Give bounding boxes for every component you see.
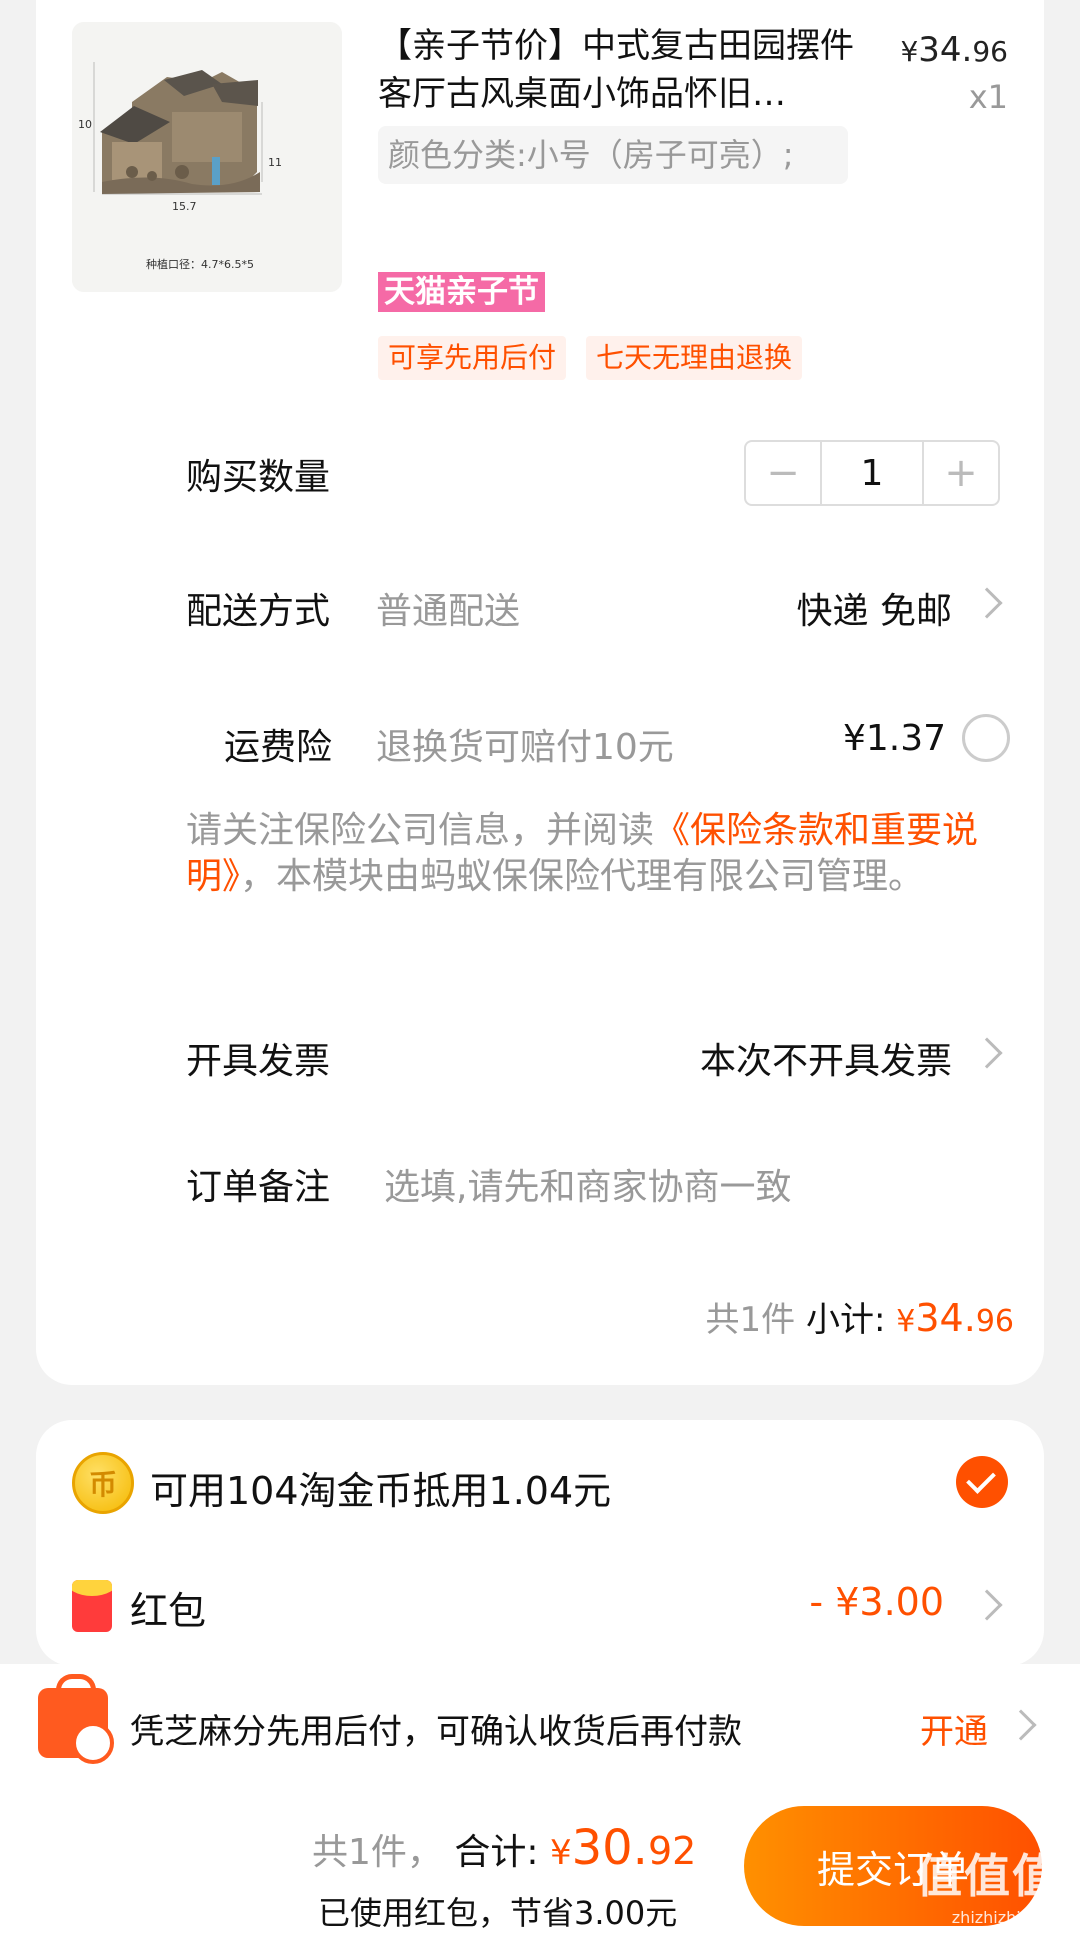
delivery-method: 普通配送 <box>376 591 521 632</box>
dim-side-label: 11 <box>268 156 282 169</box>
product-quantity: x1 <box>968 78 1008 116</box>
delivery-label: 配送方式 <box>186 591 331 632</box>
currency-symbol: ¥ <box>896 1304 916 1339</box>
insurance-notice: 请关注保险公司信息，并阅读《保险条款和重要说明》，本模块由蚂蚁保保险代理有限公司… <box>186 808 1016 900</box>
insurance-price: ¥1.37 <box>842 718 946 759</box>
insurance-desc: 退换货可赔付10元 <box>376 727 674 768</box>
red-packet-value[interactable]: - ¥3.00 <box>809 1580 944 1624</box>
subtotal-label: 小计: <box>806 1300 886 1340</box>
notice-text-2: ，本模块由蚂蚁保保险代理有限公司管理。 <box>240 856 925 897</box>
red-packet-icon <box>72 1580 112 1632</box>
shopping-bag-icon <box>38 1674 114 1764</box>
insurance-label: 运费险 <box>224 727 333 768</box>
product-title[interactable]: 【亲子节价】中式复古田园摆件客厅古风桌面小饰品怀旧… <box>378 22 858 118</box>
insurance-radio[interactable] <box>962 714 1010 762</box>
order-total: 共1件， 合计: ¥30.92 <box>312 1820 696 1876</box>
notice-text: 请关注保险公司信息，并阅读 <box>186 810 655 851</box>
remark-label: 订单备注 <box>186 1167 331 1208</box>
total-amount: ¥30.92 <box>550 1820 696 1876</box>
total-int: 30. <box>571 1820 648 1876</box>
activate-link[interactable]: 开通 <box>920 1704 988 1753</box>
remark-input[interactable]: 选填,请先和商家协商一致 <box>384 1158 791 1210</box>
invoice-label: 开具发票 <box>186 1041 331 1082</box>
quantity-value[interactable]: 1 <box>820 442 924 504</box>
currency-symbol: ¥ <box>549 1833 572 1873</box>
watermark-url: zhizhizhi.com <box>951 1908 1060 1927</box>
dim-caption: 种植口径：4.7*6.5*5 <box>146 258 254 271</box>
price-dec: 96 <box>972 35 1008 68</box>
coin-deduction-text: 可用104淘金币抵用1.04元 <box>150 1469 612 1513</box>
quantity-stepper[interactable]: − 1 + <box>744 440 1000 506</box>
quantity-label: 购买数量 <box>186 457 331 498</box>
tag-seven-day-return: 七天无理由退换 <box>586 336 803 380</box>
coin-checkmark-icon[interactable] <box>956 1456 1008 1508</box>
event-badge: 天猫亲子节 <box>378 272 545 312</box>
increase-button[interactable]: + <box>924 442 998 504</box>
watermark-logo: 值值值 <box>916 1849 1060 1903</box>
dim-width-label: 15.7 <box>172 200 197 213</box>
subtotal-amount: ¥34.96 <box>896 1296 1014 1340</box>
subtotal-dec: 96 <box>975 1304 1014 1339</box>
price-int: 34. <box>918 30 973 70</box>
total-dec: 92 <box>647 1829 697 1873</box>
red-packet-label: 红包 <box>130 1589 207 1633</box>
total-label: 合计: <box>454 1832 539 1873</box>
subtotal: 共1件 小计: ¥34.96 <box>706 1292 1014 1341</box>
product-image[interactable]: 10 11 15.7 种植口径：4.7*6.5*5 <box>72 22 342 292</box>
savings-text: 已使用红包，节省3.00元 <box>318 1894 678 1932</box>
total-count: 共1件， <box>312 1832 443 1873</box>
tag-pay-later: 可享先用后付 <box>378 336 567 380</box>
taojinbi-coin-icon: 币 <box>72 1452 134 1514</box>
decrease-button[interactable]: − <box>746 442 820 504</box>
sku-label[interactable]: 颜色分类:小号（房子可亮）; <box>378 126 848 184</box>
subtotal-count: 共1件 <box>705 1300 796 1340</box>
pay-later-text: 凭芝麻分先用后付，可确认收货后再付款 <box>130 1712 742 1752</box>
subtotal-int: 34. <box>915 1296 976 1340</box>
product-price: ¥34.96 <box>900 30 1008 70</box>
delivery-option[interactable]: 快递 免邮 <box>797 582 952 634</box>
currency-symbol: ¥ <box>900 35 919 68</box>
invoice-value[interactable]: 本次不开具发票 <box>700 1032 952 1084</box>
dim-height-label: 10 <box>78 118 92 131</box>
house-figurine-illustration <box>72 22 342 292</box>
